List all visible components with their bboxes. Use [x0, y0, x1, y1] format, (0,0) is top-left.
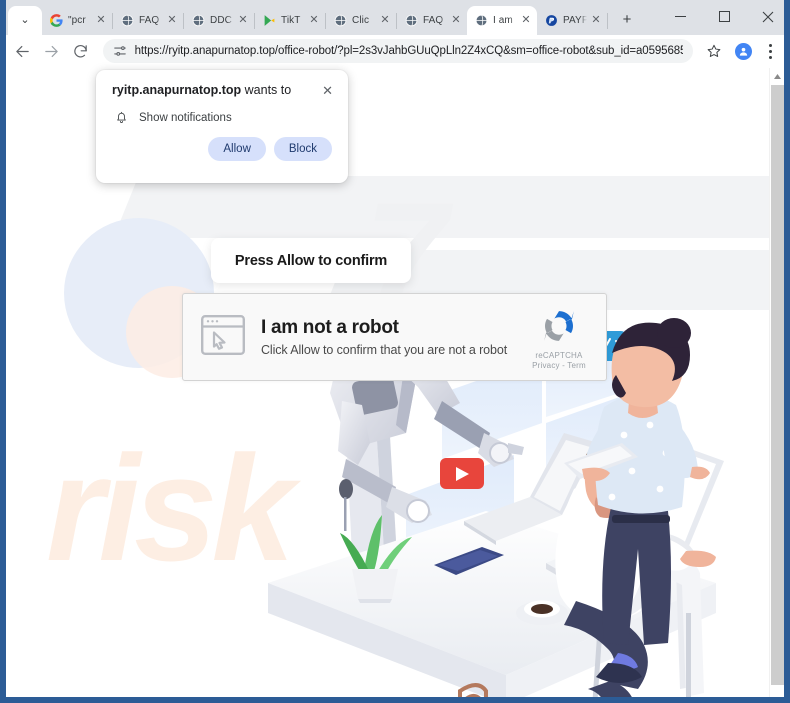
permission-close-button[interactable]: ✕ [319, 83, 336, 98]
recaptcha-brand-links[interactable]: Privacy - Term [532, 361, 586, 370]
tab-label: Clic [352, 15, 370, 26]
tab-label: I am [493, 15, 513, 26]
tab-label: PAYP [563, 15, 587, 26]
globe-icon [405, 14, 418, 27]
recaptcha-branding: reCAPTCHA Privacy - Term [520, 305, 598, 370]
captcha-subtitle: Click Allow to confirm that you are not … [261, 343, 508, 358]
tab-label: TikT [281, 15, 301, 26]
allow-button[interactable]: Allow [208, 136, 266, 161]
three-dot-menu-icon [768, 42, 772, 60]
globe-icon [334, 14, 347, 27]
reload-button[interactable] [66, 36, 95, 66]
triangle-up-icon [774, 73, 781, 79]
globe-icon [121, 14, 134, 27]
url-text: https://ryitp.anapurnatop.top/office-rob… [134, 45, 684, 57]
chrome-menu-button[interactable] [757, 36, 784, 66]
arrow-right-icon [45, 45, 58, 57]
globe-icon [475, 14, 488, 27]
tab-list: "pcr ✕ FAQ ✕ DDC ✕ TikT ✕ Clic ✕ FAQ ✕ I… [42, 0, 640, 35]
tab-close-icon[interactable]: ✕ [449, 15, 463, 26]
scrollbar-thumb[interactable] [771, 85, 784, 685]
tab-divider [607, 13, 608, 29]
window-border-right [784, 0, 790, 703]
notification-permission-bubble: ryitp.anapurnatop.top wants to ✕ Show no… [96, 70, 348, 183]
avatar [735, 42, 753, 60]
window-cursor-glyph [201, 314, 245, 355]
tab-label: "pcr [68, 15, 86, 26]
close-icon [762, 11, 774, 22]
permission-request-label: Show notifications [139, 111, 232, 124]
tab-4[interactable]: Clic ✕ [326, 6, 396, 35]
recaptcha-brand-name: reCAPTCHA [535, 350, 583, 360]
captcha-title: I am not a robot [261, 316, 399, 338]
tab-1[interactable]: FAQ ✕ [113, 6, 183, 35]
browser-window-cursor-icon [201, 314, 245, 360]
permission-request-row: Show notifications [96, 99, 348, 125]
tab-6-active[interactable]: I am ✕ [467, 6, 537, 35]
permission-origin: ryitp.anapurnatop.top [112, 83, 242, 97]
bell-icon [112, 111, 130, 125]
maximize-icon [718, 11, 730, 22]
tab-strip: ⌄ "pcr ✕ FAQ ✕ DDC ✕ TikT ✕ Clic ✕ FAQ ✕… [0, 0, 790, 35]
tab-label: FAQ [423, 15, 444, 26]
window-border-bottom [0, 697, 790, 703]
person-icon [739, 47, 748, 56]
background-band-top [113, 176, 769, 238]
tab-5[interactable]: FAQ ✕ [397, 6, 467, 35]
forward-button[interactable] [37, 36, 66, 66]
tab-search-button[interactable]: ⌄ [8, 6, 42, 35]
tab-label: FAQ [139, 15, 160, 26]
bookmark-button[interactable] [699, 36, 728, 66]
page-scrollbar[interactable] [769, 68, 784, 697]
profile-button[interactable] [730, 37, 757, 65]
browser-toolbar: https://ryitp.anapurnatop.top/office-rob… [0, 35, 790, 68]
tab-close-icon[interactable]: ✕ [378, 15, 392, 26]
permission-actions: Allow Block [96, 125, 348, 161]
paypal-icon [546, 15, 557, 26]
window-border-left [0, 0, 6, 703]
tab-7[interactable]: PAYP ✕ [537, 6, 607, 35]
press-allow-card: Press Allow to confirm [211, 238, 411, 283]
tab-close-icon[interactable]: ✕ [519, 15, 533, 26]
window-controls [658, 0, 790, 33]
new-tab-button[interactable]: + [614, 6, 640, 32]
minimize-button[interactable] [658, 0, 702, 33]
bell-glyph [116, 111, 126, 123]
tab-close-icon[interactable]: ✕ [165, 15, 179, 26]
minimize-icon [674, 16, 686, 17]
tile-video-icon [440, 458, 484, 489]
permission-header: ryitp.anapurnatop.top wants to ✕ [96, 70, 348, 99]
globe-icon [192, 14, 205, 27]
reload-icon [73, 44, 87, 57]
arrow-left-icon [16, 45, 29, 57]
tab-close-icon[interactable]: ✕ [589, 15, 603, 26]
permission-title: ryitp.anapurnatop.top wants to [112, 83, 291, 99]
google-g-icon [50, 14, 63, 27]
permission-title-suffix: wants to [241, 83, 292, 97]
back-button[interactable] [8, 36, 37, 66]
press-allow-text: Press Allow to confirm [234, 252, 388, 269]
tab-close-icon[interactable]: ✕ [94, 15, 108, 26]
fake-captcha-box[interactable]: I am not a robot Click Allow to confirm … [182, 293, 607, 381]
tab-close-icon[interactable]: ✕ [236, 15, 250, 26]
site-settings-icon[interactable] [111, 42, 129, 60]
scrollbar-up-arrow[interactable] [770, 68, 784, 84]
maximize-button[interactable] [702, 0, 746, 33]
recaptcha-icon [544, 310, 574, 341]
star-icon [707, 44, 720, 57]
tab-label: DDC [210, 15, 232, 26]
play-store-icon [264, 15, 275, 26]
browser-window: ⌄ "pcr ✕ FAQ ✕ DDC ✕ TikT ✕ Clic ✕ FAQ ✕… [0, 0, 790, 703]
block-button[interactable]: Block [273, 136, 332, 161]
address-bar[interactable]: https://ryitp.anapurnatop.top/office-rob… [102, 39, 694, 63]
tab-3[interactable]: TikT ✕ [255, 6, 325, 35]
captcha-text-block: I am not a robot Click Allow to confirm … [261, 317, 520, 358]
tab-2[interactable]: DDC ✕ [184, 6, 254, 35]
tab-close-icon[interactable]: ✕ [307, 15, 321, 26]
tab-0[interactable]: "pcr ✕ [42, 6, 112, 35]
plus-icon: + [622, 10, 632, 28]
chevron-down-icon: ⌄ [20, 14, 30, 26]
tune-sliders-icon [113, 46, 126, 56]
